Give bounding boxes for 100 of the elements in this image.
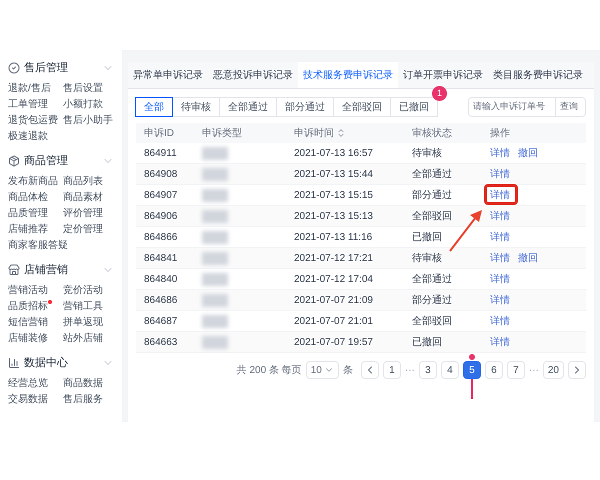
table-cell: 864663 xyxy=(144,336,178,348)
sort-icon[interactable] xyxy=(336,128,346,138)
next-page-button[interactable] xyxy=(568,361,586,379)
blurred-cell xyxy=(202,314,228,328)
column-header: 操作 xyxy=(490,126,510,140)
pin-line xyxy=(470,379,473,399)
table-cell: 864840 xyxy=(144,274,178,284)
table-cell: 864686 xyxy=(144,294,178,306)
menu-link[interactable]: 商品素材 xyxy=(63,191,103,204)
action-link[interactable]: 撤回 xyxy=(518,252,538,264)
menu-link[interactable]: 店铺推荐 xyxy=(8,223,48,236)
menu-link[interactable]: 品质管理 xyxy=(8,207,48,220)
section-title[interactable]: 数据中心 xyxy=(24,354,68,372)
action-link[interactable]: 撤回 xyxy=(518,148,538,158)
page-size-select[interactable]: 10 xyxy=(306,361,339,379)
menu-link[interactable]: 售后小助手 xyxy=(63,114,113,127)
blurred-cell xyxy=(202,336,228,348)
blurred-cell xyxy=(202,252,228,264)
action-link[interactable]: 详情 xyxy=(490,232,510,242)
page-button[interactable]: 4 xyxy=(440,361,459,379)
menu-link[interactable]: 商品列表 xyxy=(63,175,103,188)
search-field[interactable]: 请输入申诉订单号 查询 xyxy=(468,97,586,117)
menu-link[interactable]: 商品体检 xyxy=(8,191,48,204)
column-header: 审核状态 xyxy=(412,126,452,140)
menu-link[interactable]: 工单管理 xyxy=(8,98,48,111)
table-cell: 2021-07-07 21:01 xyxy=(294,316,373,326)
menu-link[interactable]: 售后服务 xyxy=(63,393,103,406)
page-button[interactable]: 7 xyxy=(506,361,525,379)
menu-link[interactable]: 定价管理 xyxy=(63,223,103,236)
search-button[interactable]: 查询 xyxy=(555,98,582,116)
menu-link[interactable]: 商家客服答疑 xyxy=(8,239,68,252)
action-link[interactable]: 详情 xyxy=(490,294,510,306)
action-link[interactable]: 详情 xyxy=(490,168,510,180)
filter-button[interactable]: 已撤回 xyxy=(390,97,438,117)
unit-label: 条 xyxy=(342,364,353,378)
section-title[interactable]: 商品管理 xyxy=(24,152,68,170)
menu-link[interactable]: 店铺装修 xyxy=(8,332,48,345)
action-link[interactable]: 详情 xyxy=(490,252,510,264)
menu-link[interactable]: 商品数据 xyxy=(63,377,103,390)
table-cell: 部分通过 xyxy=(412,294,452,306)
filter-button[interactable]: 全部 xyxy=(135,97,173,117)
table-cell: 864908 xyxy=(144,168,178,180)
menu-link[interactable]: 竞价活动 xyxy=(63,284,103,297)
menu-link[interactable]: 退货包运费 xyxy=(8,114,58,127)
menu-link[interactable]: 退款/售后 xyxy=(8,82,51,95)
filter-button[interactable]: 全部通过 xyxy=(219,97,277,117)
table-cell: 864687 xyxy=(144,316,178,326)
table-cell: 全部通过 xyxy=(412,274,452,284)
table-cell: 全部驳回 xyxy=(412,210,452,222)
menu-link[interactable]: 售后设置 xyxy=(63,82,103,95)
action-link[interactable]: 详情 xyxy=(490,148,510,158)
section-title[interactable]: 售后管理 xyxy=(24,60,68,76)
filter-button[interactable]: 待审核 xyxy=(172,97,220,117)
menu-link[interactable]: 交易数据 xyxy=(8,393,48,406)
filter-button[interactable]: 全部驳回 xyxy=(333,97,391,117)
table-cell: 864906 xyxy=(144,210,178,222)
column-header: 申诉类型 xyxy=(202,126,242,140)
page-button[interactable]: 1 xyxy=(382,361,401,379)
page-button[interactable]: 20 xyxy=(542,361,564,379)
table-cell: 2021-07-13 15:13 xyxy=(294,210,373,222)
menu-link[interactable]: 评价管理 xyxy=(63,207,103,220)
menu-link[interactable]: 站外店铺 xyxy=(63,332,103,345)
previous-page-button[interactable] xyxy=(360,361,379,379)
menu-link[interactable]: 发布新商品 xyxy=(8,175,58,188)
tab[interactable]: 类目服务费申诉记录 xyxy=(488,62,588,88)
menu-link[interactable]: 品质招标 xyxy=(8,300,48,313)
total-count: 共 200 条 每页 xyxy=(236,364,302,378)
ellipsis: ··· xyxy=(404,364,415,378)
action-link[interactable]: 详情 xyxy=(490,336,510,348)
table-cell: 已撤回 xyxy=(412,336,442,348)
filter-button[interactable]: 部分通过 xyxy=(276,97,334,117)
table-cell: 2021-07-13 15:15 xyxy=(294,190,373,200)
action-link[interactable]: 详情 xyxy=(490,316,510,326)
tab[interactable]: 异常单申诉记录 xyxy=(128,62,208,88)
table-cell: 已撤回 xyxy=(412,232,442,242)
blurred-cell xyxy=(202,230,228,244)
menu-link[interactable]: 短信营销 xyxy=(8,316,48,329)
menu-link[interactable]: 营销活动 xyxy=(8,284,48,297)
page-button[interactable]: 6 xyxy=(484,361,503,379)
action-link[interactable]: 详情 xyxy=(490,190,510,200)
blurred-cell xyxy=(202,168,228,180)
action-link[interactable]: 详情 xyxy=(490,210,510,222)
page-button[interactable]: 3 xyxy=(418,361,437,379)
table-cell: 待审核 xyxy=(412,148,442,158)
table-cell: 2021-07-13 16:57 xyxy=(294,148,373,158)
menu-link[interactable]: 营销工具 xyxy=(63,300,103,313)
table-cell: 864841 xyxy=(144,252,178,264)
menu-link[interactable]: 经营总览 xyxy=(8,377,48,390)
blurred-cell xyxy=(202,188,228,202)
tab[interactable]: 恶意投诉申诉记录 xyxy=(208,62,298,88)
section-title[interactable]: 店铺营销 xyxy=(24,262,68,278)
menu-link[interactable]: 拼单返现 xyxy=(63,316,103,329)
column-header: 申诉ID xyxy=(144,126,174,140)
menu-link[interactable]: 极速退款 xyxy=(8,130,48,143)
table-cell: 2021-07-13 15:44 xyxy=(294,168,373,180)
action-link[interactable]: 详情 xyxy=(490,274,510,284)
menu-link[interactable]: 小额打款 xyxy=(63,98,103,111)
page-button[interactable]: 5 xyxy=(462,361,481,379)
tab[interactable]: 技术服务费申诉记录 xyxy=(298,62,398,88)
tab[interactable]: 订单开票申诉记录 xyxy=(398,62,488,88)
